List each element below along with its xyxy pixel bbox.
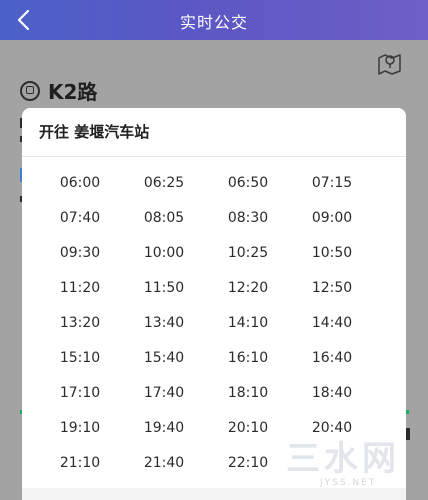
departure-time: 08:30: [227, 210, 269, 226]
departure-time: 14:40: [311, 315, 353, 331]
departure-time: 17:40: [143, 385, 185, 401]
departure-time: 13:20: [59, 315, 101, 331]
map-location-icon[interactable]: [376, 50, 404, 76]
dialog-heading: 开往 姜堰汽车站: [22, 108, 406, 157]
background-text-fragment: [406, 428, 410, 440]
departure-time: 18:10: [227, 385, 269, 401]
departure-time: 20:10: [227, 420, 269, 436]
departure-time: 07:15: [311, 175, 353, 191]
departure-time: 12:20: [227, 280, 269, 296]
page-title: 实时公交: [179, 13, 248, 32]
departure-time: 19:40: [143, 420, 185, 436]
timetable-dialog: 开往 姜堰汽车站 06:00 06:25 06:50 07:15 07:40 08:05 0…: [22, 108, 406, 500]
top-bar: 实时公交: [0, 0, 428, 40]
departure-time: 15:10: [59, 350, 101, 366]
departure-time: 09:30: [59, 245, 101, 261]
departure-time: 11:20: [59, 280, 101, 296]
departure-time: 16:40: [311, 350, 353, 366]
departure-time: 12:50: [311, 280, 353, 296]
dialog-footer: [22, 488, 406, 500]
departure-time: 21:10: [59, 455, 101, 471]
bus-icon: [20, 80, 40, 101]
departure-time: 22:10: [227, 455, 269, 471]
route-name: K2路: [48, 80, 98, 104]
departure-time: 06:00: [59, 175, 101, 191]
departure-time: 10:50: [311, 245, 353, 261]
departure-time: 14:10: [227, 315, 269, 331]
departure-times-grid: 06:00 06:25 06:50 07:15 07:40 08:05 08:30 09:00…: [38, 168, 374, 483]
departure-time: 11:50: [143, 280, 185, 296]
departure-time: 08:05: [143, 210, 185, 226]
departure-time: 15:40: [143, 350, 185, 366]
departure-time: 09:00: [311, 210, 353, 226]
departure-time: 10:25: [227, 245, 269, 261]
departure-time: 07:40: [59, 210, 101, 226]
departure-time: 10:00: [143, 245, 185, 261]
departure-time: 19:10: [59, 420, 101, 436]
departure-time: 16:10: [227, 350, 269, 366]
departure-time: 17:10: [59, 385, 101, 401]
background-accent-mark: [406, 410, 409, 414]
departure-time: 18:40: [311, 385, 353, 401]
route-header: K2路: [20, 76, 97, 105]
departure-time: 13:40: [143, 315, 185, 331]
departure-time: 06:50: [227, 175, 269, 191]
departure-time: 20:40: [311, 420, 353, 436]
departure-time: 21:40: [143, 455, 185, 471]
departure-time: 06:25: [143, 175, 185, 191]
